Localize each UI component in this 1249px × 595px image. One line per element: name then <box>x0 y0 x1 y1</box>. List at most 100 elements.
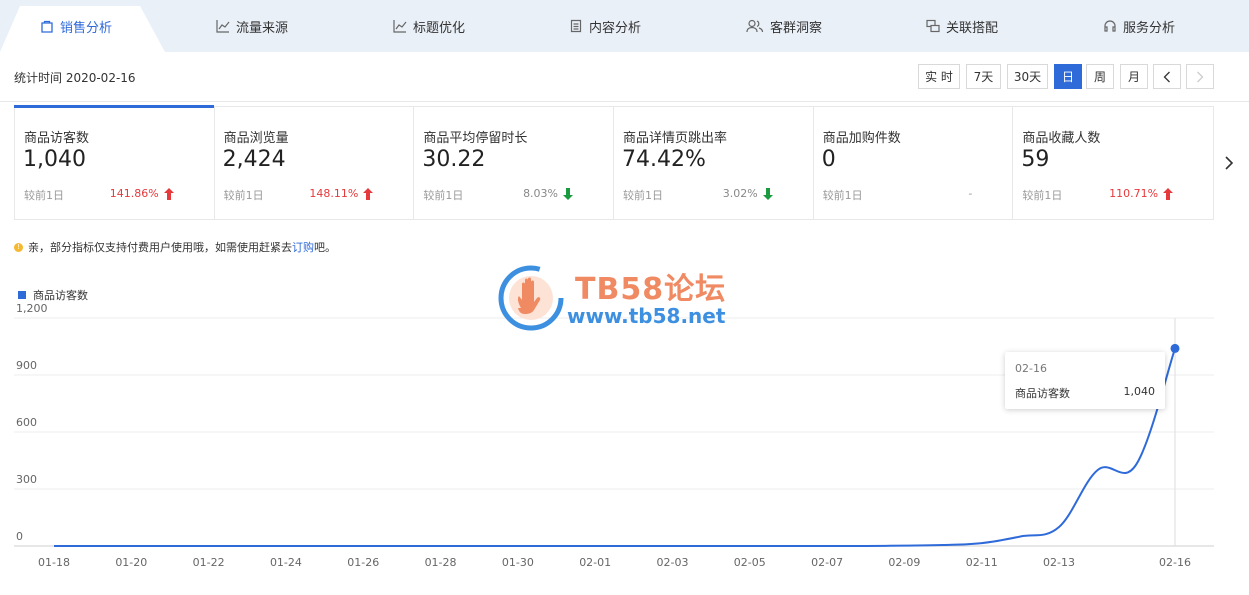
notice-text-end: 吧。 <box>314 241 336 254</box>
metric-change-value: 141.86% <box>109 187 159 200</box>
tab-title-optimization[interactable]: 标题优化 <box>393 14 465 38</box>
metric-change-value: 148.11% <box>309 187 359 200</box>
metric-value: 0 <box>821 147 836 172</box>
metric-card[interactable]: 商品收藏人数 59 较前1日 110.71% <box>1013 107 1213 219</box>
x-tick-label: 02-07 <box>811 556 843 569</box>
tab-customer-insight[interactable]: 客群洞察 <box>746 14 822 38</box>
metric-change-value: 110.71% <box>1109 187 1159 200</box>
metric-value: 74.42% <box>622 147 706 172</box>
tab-label: 关联搭配 <box>946 20 999 36</box>
arrow-down-icon <box>762 187 773 200</box>
metric-label: 商品平均停留时长 <box>423 131 528 146</box>
tab-label: 流量来源 <box>236 20 289 36</box>
tab-service-analysis[interactable]: 服务分析 <box>1103 14 1175 38</box>
metric-change: 110.71% <box>1109 187 1174 200</box>
x-tick-label: 02-13 <box>1043 556 1075 569</box>
y-tick-label: 1,200 <box>16 302 48 315</box>
tab-content-analysis[interactable]: 内容分析 <box>569 14 641 38</box>
bag-icon <box>41 20 53 33</box>
range-7day-button[interactable]: 7天 <box>966 64 1001 89</box>
x-tick-label: 02-01 <box>579 556 611 569</box>
watermark-title: TB58论坛 <box>575 272 727 307</box>
tab-related-matching[interactable]: 关联搭配 <box>926 14 998 38</box>
metric-card[interactable]: 商品平均停留时长 30.22 较前1日 8.03% <box>414 107 615 219</box>
tab-label: 客群洞察 <box>770 20 823 36</box>
metric-value: 59 <box>1021 147 1050 172</box>
chevron-right-icon[interactable] <box>1222 153 1236 173</box>
y-tick-label: 600 <box>16 416 37 429</box>
prev-period-button[interactable] <box>1153 64 1181 89</box>
metric-card[interactable]: 商品详情页跳出率 74.42% 较前1日 3.02% <box>614 107 814 219</box>
metric-card[interactable]: 商品访客数 1,040 较前1日 141.86% <box>14 105 215 219</box>
x-tick-label: 01-30 <box>502 556 534 569</box>
x-tick-label: 01-28 <box>425 556 457 569</box>
range-month-button[interactable]: 月 <box>1120 64 1148 89</box>
metric-change-value: 8.03% <box>523 187 559 200</box>
hand-logo-icon <box>498 265 564 331</box>
visitors-line-chart[interactable]: 1,200 900 600 300 0 01-18 01-20 01-22 01-24 01-26… <box>0 300 1249 595</box>
warning-icon: ! <box>14 242 23 252</box>
metric-label: 商品详情页跳出率 <box>623 131 728 146</box>
line-chart-icon <box>393 20 407 33</box>
metric-compare-label: 较前1日 <box>223 189 264 202</box>
metric-value: 2,424 <box>222 147 286 172</box>
metric-label: 商品收藏人数 <box>1022 131 1101 146</box>
tab-bar: 销售分析 流量来源 标题优化 内容分析 客群洞察 关联搭配 服务分析 <box>0 0 1249 52</box>
metric-compare-label: 较前1日 <box>1022 189 1063 202</box>
tab-label: 内容分析 <box>589 20 642 36</box>
x-tick-label: 01-22 <box>193 556 225 569</box>
paid-feature-notice: ! 亲，部分指标仅支持付费用户使用哦，如需使用赶紧去 订购 吧。 <box>14 239 336 255</box>
metric-change: - <box>968 187 972 200</box>
tooltip-date: 02-16 <box>1015 362 1047 375</box>
tooltip-series-name: 商品访客数 <box>1015 387 1070 400</box>
metric-card[interactable]: 商品浏览量 2,424 较前1日 148.11% <box>215 107 415 219</box>
chevron-left-icon <box>1163 71 1170 82</box>
line-chart-icon <box>216 20 230 33</box>
metric-value: 30.22 <box>422 147 486 172</box>
metric-change: 141.86% <box>110 187 174 200</box>
metric-compare-label: 较前1日 <box>623 189 664 202</box>
metric-label: 商品浏览量 <box>223 131 289 146</box>
x-tick-label: 02-16 <box>1159 556 1191 569</box>
x-tick-label: 01-24 <box>270 556 302 569</box>
range-day-button[interactable]: 日 <box>1054 64 1082 89</box>
x-tick-label: 01-26 <box>347 556 379 569</box>
users-icon <box>746 19 764 33</box>
chart-tooltip: 02-16 商品访客数 1,040 <box>1005 352 1165 409</box>
header-divider <box>0 101 1249 102</box>
data-point-highlight <box>1170 343 1180 353</box>
metric-label: 商品访客数 <box>24 131 90 146</box>
y-tick-label: 0 <box>16 530 23 543</box>
x-tick-label: 02-11 <box>966 556 998 569</box>
watermark-url: www.tb58.net <box>567 304 726 328</box>
watermark: TB58论坛 www.tb58.net <box>497 262 757 334</box>
metric-change: 148.11% <box>309 187 374 200</box>
arrow-down-icon <box>563 187 574 200</box>
tab-traffic-source[interactable]: 流量来源 <box>216 14 288 38</box>
metric-value: 1,040 <box>23 147 86 172</box>
chevron-right-icon <box>1197 71 1204 82</box>
x-tick-label: 01-18 <box>38 556 70 569</box>
notice-text: 亲，部分指标仅支持付费用户使用哦，如需使用赶紧去 <box>28 241 292 254</box>
tab-label: 服务分析 <box>1123 20 1176 36</box>
subscribe-link[interactable]: 订购 <box>292 239 314 255</box>
arrow-up-icon <box>163 187 174 200</box>
range-week-button[interactable]: 周 <box>1086 64 1114 89</box>
range-30day-button[interactable]: 30天 <box>1007 64 1048 89</box>
y-tick-label: 900 <box>16 359 37 372</box>
metric-label: 商品加购件数 <box>822 131 901 146</box>
x-tick-label: 02-09 <box>888 556 920 569</box>
tab-label: 标题优化 <box>413 20 466 36</box>
metric-change: 8.03% <box>523 187 574 200</box>
tab-label: 销售分析 <box>60 20 113 36</box>
legend-swatch <box>18 291 26 299</box>
range-realtime-button[interactable]: 实 时 <box>918 64 960 89</box>
headset-icon <box>1104 20 1116 32</box>
metric-compare-label: 较前1日 <box>423 189 464 202</box>
metric-change: 3.02% <box>723 187 773 200</box>
next-period-button[interactable] <box>1186 64 1214 89</box>
metric-compare-label: 较前1日 <box>24 189 64 202</box>
x-tick-label: 02-05 <box>734 556 766 569</box>
tab-sales-analysis[interactable]: 销售分析 <box>40 14 112 38</box>
metric-card[interactable]: 商品加购件数 0 较前1日 - <box>814 107 1014 219</box>
